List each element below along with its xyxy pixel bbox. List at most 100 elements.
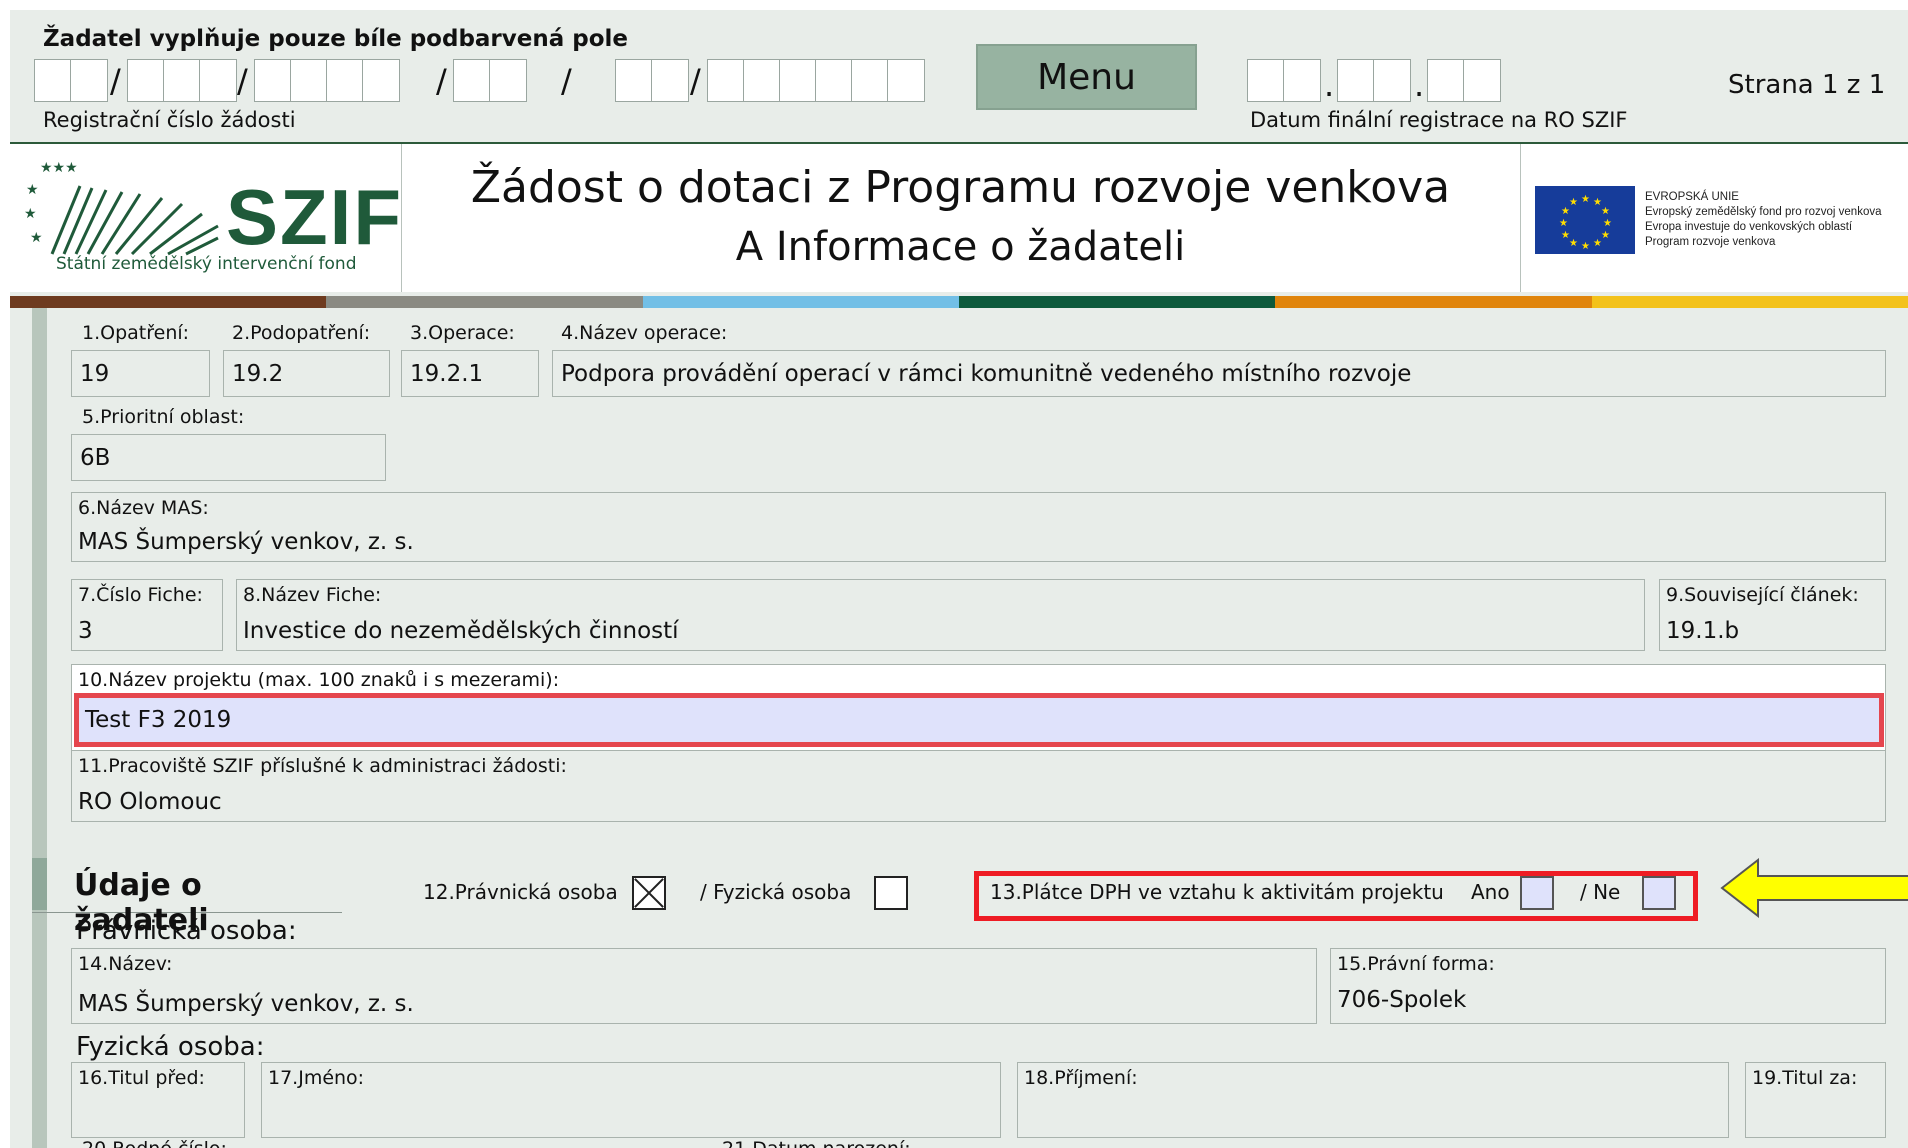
nazev-fiche-panel: 8.Název Fiche: Investice do nezemědělský… [236, 579, 1645, 651]
reg-separator: / [436, 62, 447, 100]
instruction-text: Žadatel vyplňuje pouze bíle podbarvená p… [43, 26, 629, 52]
pracoviste-value: RO Olomouc [78, 789, 222, 815]
reg-separator: / [561, 62, 572, 100]
reg-number-part-2[interactable] [127, 59, 237, 102]
menu-button[interactable]: Menu [976, 44, 1197, 110]
eu-caption-line: Evropa investuje do venkovských oblastí [1645, 221, 1853, 233]
dph-ano-checkbox[interactable] [1520, 876, 1554, 910]
svg-text:★: ★ [1559, 218, 1568, 229]
reg-separator: / [110, 62, 121, 100]
titul-pred-panel: 16.Titul před: [71, 1062, 245, 1138]
eu-caption: EVROPSKÁ UNIE Evropský zemědělský fond p… [1645, 190, 1882, 250]
nazev-mas-label: 6.Název MAS: [78, 497, 209, 519]
date-label: Datum finální registrace na RO SZIF [1250, 108, 1628, 132]
operace-field: 19.2.1 [401, 350, 539, 397]
section-marker [32, 858, 47, 910]
form-header: ★★★ ★ ★ ★ SZIF Státní zemědělský interve… [10, 142, 1908, 292]
reg-number-part-1[interactable] [34, 59, 108, 102]
szif-logo: ★★★ ★ ★ ★ SZIF Státní zemědělský interve… [10, 144, 402, 292]
reg-number-label: Registrační číslo žádosti [43, 108, 296, 132]
pravni-forma-panel: 15.Právní forma: 706-Spolek [1330, 948, 1886, 1024]
svg-text:★: ★ [26, 182, 39, 198]
nazev-projektu-label: 10.Název projektu (max. 100 znaků i s me… [78, 669, 560, 691]
nazev-mas-panel: 6.Název MAS: MAS Šumperský venkov, z. s. [71, 492, 1886, 562]
titul-za-label: 19.Titul za: [1752, 1067, 1858, 1089]
titul-pred-label: 16.Titul před: [78, 1067, 205, 1089]
color-band-segment [326, 296, 643, 308]
color-band-segment [958, 296, 1276, 308]
dph-ne-checkbox[interactable] [1642, 876, 1676, 910]
nazev-pravnicke-osoby-label: 14.Název: [78, 953, 173, 975]
date-separator: . [1324, 66, 1335, 104]
applicant-section-heading: Údaje o žadateli [32, 858, 342, 938]
szif-wordmark: SZIF [226, 173, 403, 261]
left-margin-bar [32, 308, 47, 1148]
svg-text:★: ★ [1593, 238, 1602, 249]
svg-text:★★★: ★★★ [40, 160, 78, 176]
date-month[interactable] [1337, 59, 1411, 102]
nazev-pravnicke-osoby-value: MAS Šumperský venkov, z. s. [78, 991, 414, 1017]
pravnicka-osoba-heading: Právnická osoba: [76, 916, 297, 946]
pravnicka-osoba-checkbox[interactable] [632, 876, 666, 910]
date-separator: . [1414, 66, 1425, 104]
svg-text:★: ★ [1561, 230, 1570, 241]
rodne-cislo-label: 20.Rodné číslo: [82, 1138, 227, 1148]
svg-text:★: ★ [1601, 206, 1610, 217]
svg-text:★: ★ [1601, 230, 1610, 241]
dph-ne-label: / Ne [1580, 880, 1621, 904]
reg-separator: / [237, 62, 248, 100]
eu-logo-block: ★ ★ ★ ★ ★ ★ ★ ★ ★ ★ ★ ★ EVROPSKÁ UNIE Evropský z… [1520, 144, 1908, 292]
prioritni-oblast-label: 5.Prioritní oblast: [82, 406, 245, 428]
cislo-fiche-panel: 7.Číslo Fiche: 3 [71, 579, 223, 651]
prijmeni-panel: 18.Příjmení: [1017, 1062, 1729, 1138]
opatreni-field: 19 [71, 350, 210, 397]
form-title: Žádost o dotaci z Programu rozvoje venko… [470, 162, 1451, 213]
eu-flag-icon: ★ ★ ★ ★ ★ ★ ★ ★ ★ ★ ★ ★ [1535, 186, 1635, 254]
reg-number-part-3[interactable] [254, 59, 400, 102]
svg-text:★: ★ [1569, 238, 1578, 249]
pravnicka-osoba-label: 12.Právnická osoba [423, 880, 618, 904]
pravni-forma-value: 706-Spolek [1337, 987, 1467, 1013]
prioritni-oblast-field: 6B [71, 434, 386, 481]
nazev-fiche-value: Investice do nezemědělských činností [243, 618, 679, 644]
nazev-operace-field: Podpora provádění operací v rámci komuni… [552, 350, 1886, 397]
svg-text:★: ★ [1603, 218, 1612, 229]
cislo-fiche-label: 7.Číslo Fiche: [78, 584, 203, 606]
nazev-pravnicke-osoby-panel: 14.Název: MAS Šumperský venkov, z. s. [71, 948, 1317, 1024]
svg-text:★: ★ [24, 206, 37, 222]
szif-fullname: Státní zemědělský intervenční fond [56, 254, 357, 274]
svg-text:★: ★ [30, 230, 43, 246]
nazev-projektu-input[interactable]: Test F3 2019 [74, 693, 1884, 747]
color-band-segment [10, 296, 327, 308]
pointer-arrow-icon [1720, 858, 1908, 918]
datum-narozeni-label: 21.Datum narození: [722, 1138, 911, 1148]
titul-za-panel: 19.Titul za: [1745, 1062, 1886, 1138]
nazev-fiche-label: 8.Název Fiche: [243, 584, 382, 606]
szif-field-icon: ★★★ ★ ★ ★ [24, 160, 219, 256]
color-band [10, 296, 1908, 308]
fyzicka-osoba-heading: Fyzická osoba: [76, 1032, 265, 1062]
eu-caption-line: Evropský zemědělský fond pro rozvoj venk… [1645, 206, 1882, 218]
souvisejici-clanek-value: 19.1.b [1666, 618, 1740, 644]
fyzicka-osoba-label: / Fyzická osoba [700, 880, 852, 904]
dph-ano-label: Ano [1471, 880, 1510, 904]
svg-text:★: ★ [1569, 197, 1578, 208]
souvisejici-clanek-panel: 9.Související článek: 19.1.b [1659, 579, 1886, 651]
nazev-mas-value: MAS Šumperský venkov, z. s. [78, 529, 414, 555]
date-year[interactable] [1427, 59, 1501, 102]
cislo-fiche-value: 3 [78, 618, 93, 644]
eu-caption-line: Program rozvoje venkova [1645, 236, 1776, 248]
podopatreni-field: 19.2 [223, 350, 390, 397]
date-day[interactable] [1247, 59, 1321, 102]
nazev-operace-label: 4.Název operace: [561, 322, 728, 344]
souvisejici-clanek-label: 9.Související článek: [1666, 584, 1859, 606]
reg-number-part-6[interactable] [707, 59, 925, 102]
jmeno-panel: 17.Jméno: [261, 1062, 1001, 1138]
fyzicka-osoba-checkbox[interactable] [874, 876, 908, 910]
color-band-segment [1591, 296, 1908, 308]
reg-number-part-5[interactable] [615, 59, 689, 102]
reg-number-part-4[interactable] [453, 59, 527, 102]
jmeno-label: 17.Jméno: [268, 1067, 365, 1089]
form-page: Žadatel vyplňuje pouze bíle podbarvená p… [10, 10, 1908, 1148]
podopatreni-label: 2.Podopatření: [232, 322, 371, 344]
